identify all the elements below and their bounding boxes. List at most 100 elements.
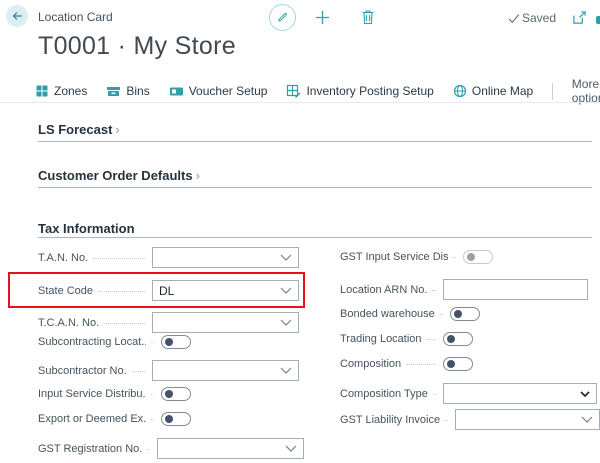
action-online-map[interactable]: Online Map: [453, 84, 533, 98]
delete-button[interactable]: [360, 8, 376, 25]
field-row-bonded-warehouse: Bonded warehouse: [340, 302, 588, 325]
dotted-leader: [93, 258, 145, 259]
chevron-down-icon: [280, 367, 292, 374]
saved-label: Saved: [522, 11, 556, 25]
toggle-cell: [463, 250, 600, 264]
input-service-distributor-toggle[interactable]: [161, 387, 191, 401]
save-status: Saved: [508, 11, 556, 25]
field-row-composition: Composition: [340, 352, 588, 375]
back-arrow-icon: [10, 9, 24, 23]
location-card-page: Location Card Saved T0001 · My Store: [0, 0, 600, 463]
chevron-right-icon: ›: [115, 122, 119, 137]
more-options-button[interactable]: More options: [572, 77, 600, 105]
back-button[interactable]: [6, 5, 28, 27]
state-code-value: DL: [159, 284, 174, 298]
field-label: GST Input Service Dis...: [340, 251, 448, 263]
toggle-knob: [467, 253, 475, 261]
composition-toggle[interactable]: [443, 357, 473, 371]
action-bins[interactable]: Bins: [106, 84, 149, 98]
bins-icon: [106, 84, 121, 98]
field-row-gst-input-service-distribution: GST Input Service Dis...: [340, 245, 588, 268]
pencil-icon: [276, 11, 289, 24]
bonded-warehouse-toggle[interactable]: [450, 307, 480, 321]
tan-no-combobox[interactable]: [152, 247, 299, 268]
location-arn-no-input[interactable]: [443, 279, 588, 300]
gst-input-service-distribution-toggle[interactable]: [463, 250, 493, 264]
field-row-gst-registration-no: GST Registration No.: [38, 437, 299, 460]
online-map-icon: [453, 84, 467, 98]
open-in-new-window-icon: [572, 11, 587, 25]
field-label: T.C.A.N. No.: [38, 317, 99, 329]
dotted-leader: [406, 364, 436, 365]
field-label: Subcontractor No.: [38, 365, 127, 377]
field-label: Input Service Distribu...: [38, 388, 146, 400]
voucher-setup-icon: [169, 84, 184, 98]
toolbar-separator: [552, 83, 553, 100]
state-code-combobox[interactable]: DL: [152, 280, 299, 301]
toggle-knob: [447, 360, 455, 368]
field-label: Subcontracting Locat...: [38, 336, 146, 348]
field-row-subcontracting-location: Subcontracting Locat...: [38, 330, 299, 353]
dotted-leader: [147, 449, 150, 450]
inventory-posting-setup-icon: [286, 84, 301, 98]
subcontracting-location-toggle[interactable]: [161, 335, 191, 349]
action-label: Bins: [126, 84, 149, 98]
action-toolbar: Zones Bins Voucher Setup Inventory Pos: [35, 80, 600, 102]
chevron-down-icon: [285, 445, 297, 452]
section-title: Tax Information: [38, 221, 135, 236]
field-row-gst-liability-invoice: GST Liability Invoice: [340, 408, 588, 431]
action-inventory-posting-setup[interactable]: Inventory Posting Setup: [286, 84, 433, 98]
breadcrumb: Location Card: [38, 10, 113, 24]
chevron-down-icon: [280, 254, 292, 261]
plus-icon: [315, 10, 330, 25]
field-row-input-service-distributor: Input Service Distribu...: [38, 382, 299, 405]
field-label: State Code: [38, 285, 93, 297]
field-row-state-code: State Code DL: [38, 279, 299, 302]
toggle-cell: [161, 412, 308, 426]
toggle-cell: [450, 307, 595, 321]
gst-liability-invoice-combobox[interactable]: [455, 409, 600, 430]
new-button[interactable]: [314, 9, 330, 25]
field-label: GST Liability Invoice: [340, 414, 440, 426]
edit-button[interactable]: [269, 4, 296, 31]
dotted-leader: [132, 371, 145, 372]
field-row-subcontractor-no: Subcontractor No.: [38, 359, 299, 382]
section-tax-information[interactable]: Tax Information: [38, 220, 592, 238]
action-label: Inventory Posting Setup: [306, 84, 433, 98]
field-row-export-or-deemed-export: Export or Deemed Ex...: [38, 407, 299, 430]
composition-type-select[interactable]: [443, 383, 597, 404]
section-title: Customer Order Defaults: [38, 168, 193, 183]
trash-icon: [361, 9, 375, 25]
check-icon: [508, 13, 520, 24]
dotted-leader: [453, 257, 456, 258]
chevron-down-icon: [280, 287, 292, 294]
toggle-knob: [165, 390, 173, 398]
field-label: GST Registration No.: [38, 443, 142, 455]
trading-location-toggle[interactable]: [443, 332, 473, 346]
toggle-cell: [443, 332, 588, 346]
clipped-edge-icon[interactable]: [596, 16, 600, 24]
field-label: Trading Location: [340, 333, 422, 345]
toggle-knob: [447, 335, 455, 343]
field-row-trading-location: Trading Location: [340, 327, 588, 350]
gst-registration-no-combobox[interactable]: [157, 438, 304, 459]
action-label: Online Map: [472, 84, 533, 98]
field-label: T.A.N. No.: [38, 252, 88, 264]
action-voucher-setup[interactable]: Voucher Setup: [169, 84, 268, 98]
action-label: Voucher Setup: [189, 84, 268, 98]
field-label: Location ARN No.: [340, 284, 427, 296]
toolbar-divider: [0, 102, 600, 103]
toggle-cell: [161, 387, 308, 401]
section-customer-order-defaults[interactable]: Customer Order Defaults›: [38, 167, 592, 188]
open-in-new-window-button[interactable]: [571, 10, 587, 25]
subcontractor-no-combobox[interactable]: [152, 360, 299, 381]
field-label: Export or Deemed Ex...: [38, 413, 146, 425]
field-row-tan-no: T.A.N. No.: [38, 246, 299, 269]
toggle-cell: [443, 357, 588, 371]
section-ls-forecast[interactable]: LS Forecast›: [38, 121, 592, 142]
chevron-right-icon: ›: [196, 168, 200, 183]
action-zones[interactable]: Zones: [35, 84, 87, 98]
chevron-down-icon: [581, 416, 593, 423]
export-or-deemed-export-toggle[interactable]: [161, 412, 191, 426]
dotted-leader: [151, 419, 154, 420]
